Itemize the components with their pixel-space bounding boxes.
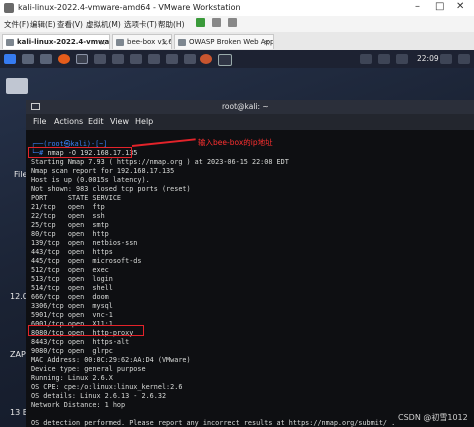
network-icon[interactable] <box>396 54 408 64</box>
minimize-icon[interactable]: – <box>415 1 420 12</box>
output-line: 21/tcp open ftp <box>31 203 105 211</box>
desktop-label: ZAP <box>10 350 26 359</box>
vmware-tab-strip: kali-linux-2022.4-vmware... × bee-box v1… <box>0 32 474 51</box>
output-line: Host is up (0.0015s latency). <box>31 176 150 184</box>
app-icon[interactable] <box>94 54 106 64</box>
output-line: Running: Linux 2.6.X <box>31 374 113 382</box>
menu-file[interactable]: 文件(F) <box>4 19 29 30</box>
close-tab-icon[interactable]: × <box>161 35 168 49</box>
output-line: 8443/tcp open https-alt <box>31 338 130 346</box>
maximize-icon[interactable]: □ <box>435 1 444 12</box>
close-tab-icon[interactable]: × <box>99 35 106 49</box>
terminal-title: root@kali: ~ <box>222 102 269 111</box>
output-line: OS details: Linux 2.6.13 - 2.6.32 <box>31 392 167 400</box>
desktop-icon[interactable] <box>22 54 34 64</box>
annotation-text: 输入bee-box的ip地址 <box>198 138 273 147</box>
terminal-menu-file[interactable]: File <box>33 117 46 126</box>
firefox-icon[interactable] <box>58 54 70 64</box>
output-line: 25/tcp open smtp <box>31 221 109 229</box>
output-line: Starting Nmap 7.93 ( https://nmap.org ) … <box>31 158 289 166</box>
running-firefox-icon[interactable] <box>200 54 212 64</box>
output-line: 443/tcp open https <box>31 248 113 256</box>
app-icon[interactable] <box>130 54 142 64</box>
vmware-logo-icon <box>4 3 14 13</box>
terminal-window[interactable]: root@kali: ~ File Actions Edit View Help… <box>26 100 474 427</box>
output-line: 666/tcp open doom <box>31 293 109 301</box>
terminal-title-bar: root@kali: ~ <box>26 100 474 114</box>
output-line: Nmap scan report for 192.168.17.135 <box>31 167 175 175</box>
vmware-menu-bar: 文件(F) 编辑(E) 查看(V) 虚拟机(M) 选项卡(T) 帮助(H) <box>0 16 474 32</box>
running-terminal-icon[interactable] <box>218 54 232 66</box>
output-line: Not shown: 983 closed tcp ports (reset) <box>31 185 191 193</box>
lock-icon[interactable] <box>440 54 452 64</box>
output-line: MAC Address: 00:0C:29:62:AA:D4 (VMware) <box>31 356 191 364</box>
output-line: 139/tcp open netbios-ssn <box>31 239 138 247</box>
menu-tabs[interactable]: 选项卡(T) <box>124 19 157 30</box>
kali-menu-icon[interactable] <box>4 54 16 64</box>
fullscreen-icon[interactable] <box>228 18 237 27</box>
output-line: PORT STATE SERVICE <box>31 194 122 202</box>
output-line: 513/tcp open login <box>31 275 113 283</box>
app-icon[interactable] <box>184 54 196 64</box>
tab-owasp[interactable]: OWASP Broken Web Apps VM... × <box>174 34 274 49</box>
watermark: CSDN @初雪1012 <box>398 413 468 422</box>
app-icon[interactable] <box>166 54 178 64</box>
output-line: OS CPE: cpe:/o:linux:linux_kernel:2.6 <box>31 383 183 391</box>
output-line: 22/tcp open ssh <box>31 212 105 220</box>
vmware-title-bar: kali-linux-2022.4-vmware-amd64 - VMware … <box>0 0 474 17</box>
port-highlight-box <box>28 325 144 336</box>
snapshot-icon[interactable] <box>212 18 221 27</box>
audio-icon[interactable] <box>378 54 390 64</box>
tab-bee-box[interactable]: bee-box v1.6 × <box>112 34 172 49</box>
output-line: 9080/tcp open glrpc <box>31 347 113 355</box>
output-line: 514/tcp open shell <box>31 284 113 292</box>
close-tab-icon[interactable]: × <box>263 35 270 49</box>
window-title: kali-linux-2022.4-vmware-amd64 - VMware … <box>18 3 241 12</box>
output-line: 5901/tcp open vnc-1 <box>31 311 113 319</box>
terminal-menu-bar: File Actions Edit View Help <box>26 114 474 130</box>
power-icon[interactable] <box>458 54 470 64</box>
vm-icon <box>6 39 14 46</box>
output-line: 445/tcp open microsoft-ds <box>31 257 142 265</box>
tab-label: OWASP Broken Web Apps VM... <box>189 38 273 46</box>
trash-icon[interactable] <box>6 78 28 94</box>
close-icon[interactable]: ✕ <box>456 1 464 12</box>
panel-clock: 22:09 <box>417 54 439 63</box>
terminal-menu-view[interactable]: View <box>110 117 129 126</box>
vm-icon <box>178 39 186 46</box>
workspace-icon[interactable] <box>360 54 372 64</box>
terminal-output[interactable]: ┌──(root㉿kali)-[~] └─# nmap -O 192.168.1… <box>26 130 474 427</box>
menu-edit[interactable]: 编辑(E) <box>30 19 56 30</box>
terminal-menu-edit[interactable]: Edit <box>88 117 104 126</box>
output-line: Network Distance: 1 hop <box>31 401 126 409</box>
command-highlight-box <box>28 147 132 158</box>
output-line: 80/tcp open http <box>31 230 109 238</box>
app-icon[interactable] <box>148 54 160 64</box>
terminal-menu-help[interactable]: Help <box>135 117 153 126</box>
menu-vm[interactable]: 虚拟机(M) <box>86 19 121 30</box>
terminal-icon <box>31 103 40 110</box>
terminal-menu-actions[interactable]: Actions <box>54 117 83 126</box>
file-manager-icon[interactable] <box>40 54 52 64</box>
vm-icon <box>116 39 124 46</box>
app-icon[interactable] <box>112 54 124 64</box>
menu-help[interactable]: 帮助(H) <box>158 19 185 30</box>
output-line: 3306/tcp open mysql <box>31 302 113 310</box>
power-on-icon[interactable] <box>196 18 205 27</box>
output-line: 512/tcp open exec <box>31 266 109 274</box>
kali-panel: 22:09 <box>0 50 474 68</box>
tab-kali[interactable]: kali-linux-2022.4-vmware... × <box>2 34 110 49</box>
menu-view[interactable]: 查看(V) <box>57 19 83 30</box>
tab-label: kali-linux-2022.4-vmware... <box>17 38 110 46</box>
output-line: OS detection performed. Please report an… <box>31 419 396 427</box>
terminal-launcher-icon[interactable] <box>76 54 88 64</box>
output-line: Device type: general purpose <box>31 365 146 373</box>
